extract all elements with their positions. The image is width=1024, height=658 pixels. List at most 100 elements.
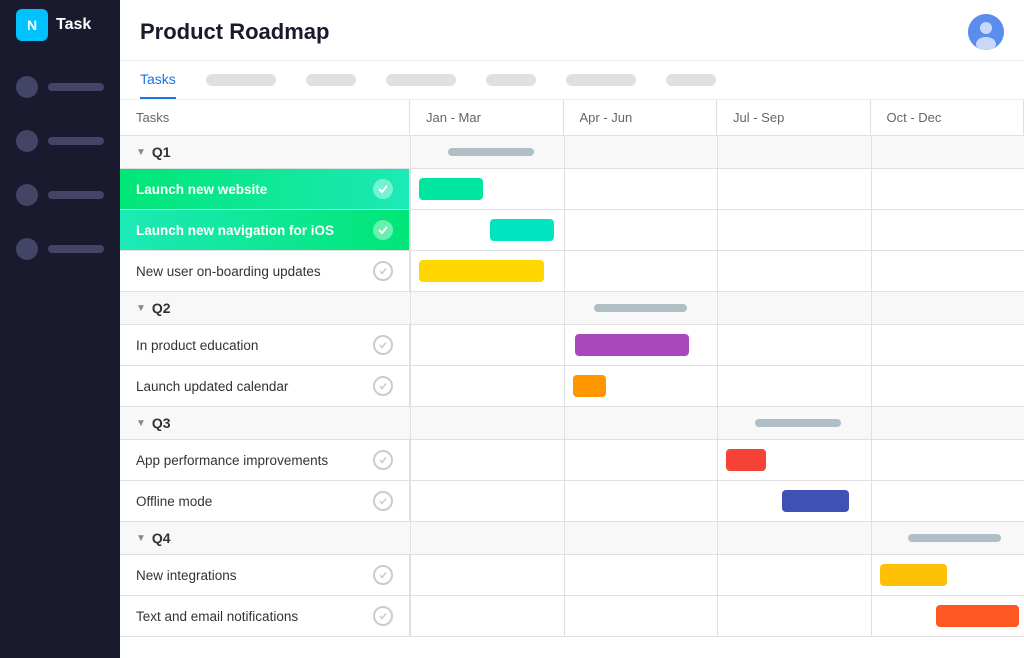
gantt-bar-ios-nav	[490, 219, 554, 241]
logo[interactable]: N Task	[0, 0, 120, 50]
group-bar-empty-q2-1	[410, 292, 564, 324]
header: Product Roadmap	[120, 0, 1024, 61]
collapse-icon-q1: ▼	[136, 147, 146, 158]
gantt-bar-offline	[782, 490, 849, 512]
bar-cell-education-q3	[717, 325, 871, 365]
avatar[interactable]	[968, 14, 1004, 50]
bar-cell-offline-q2	[564, 481, 718, 521]
col-header-q2: Apr - Jun	[564, 100, 718, 135]
tab-pill-1[interactable]	[206, 74, 276, 86]
group-label-q1[interactable]: ▼ Q1	[120, 136, 410, 168]
bar-cell-notifications-q3	[717, 596, 871, 636]
group-row-q3: ▼ Q3	[120, 407, 1024, 440]
task-row-onboarding: New user on-boarding updates	[120, 251, 1024, 292]
gantt-bar-notifications	[936, 605, 1020, 627]
sidebar-dot-4	[16, 238, 38, 260]
sidebar: N Task	[0, 0, 120, 658]
bar-cell-ios-nav-q3	[717, 210, 871, 250]
tab-pill-5[interactable]	[566, 74, 636, 86]
col-header-q1: Jan - Mar	[410, 100, 564, 135]
group-title-q2: Q2	[152, 300, 171, 316]
check-icon-ios-nav	[373, 220, 393, 240]
gantt-bar-performance	[726, 449, 766, 471]
bar-cell-integrations-q1	[410, 555, 564, 595]
group-bar-q3	[755, 419, 841, 427]
group-bar-cell-q2	[564, 292, 718, 324]
group-label-q3[interactable]: ▼ Q3	[120, 407, 410, 439]
check-icon-notifications	[373, 606, 393, 626]
sidebar-line-3	[48, 191, 104, 199]
collapse-icon-q4: ▼	[136, 533, 146, 544]
task-row-integrations: New integrations	[120, 555, 1024, 596]
tab-pill-4[interactable]	[486, 74, 536, 86]
bar-cell-ios-nav-q1	[410, 210, 564, 250]
sidebar-item-2[interactable]	[0, 124, 120, 158]
task-label-performance[interactable]: App performance improvements	[120, 440, 410, 480]
bar-cell-integrations-q3	[717, 555, 871, 595]
check-icon-integrations	[373, 565, 393, 585]
task-label-notifications[interactable]: Text and email notifications	[120, 596, 410, 636]
sidebar-dot-3	[16, 184, 38, 206]
bar-cell-onboarding-q4	[871, 251, 1024, 291]
bar-cell-education-q1	[410, 325, 564, 365]
group-row-q4: ▼ Q4	[120, 522, 1024, 555]
check-icon-offline	[373, 491, 393, 511]
group-bar-cell-q3	[717, 407, 871, 439]
task-name-integrations: New integrations	[136, 568, 237, 583]
sidebar-line-4	[48, 245, 104, 253]
task-row-launch-website: Launch new website	[120, 169, 1024, 210]
task-name-performance: App performance improvements	[136, 453, 328, 468]
task-row-ios-nav: Launch new navigation for iOS	[120, 210, 1024, 251]
task-row-offline: Offline mode	[120, 481, 1024, 522]
bar-cell-performance-q3	[717, 440, 871, 480]
group-bar-empty-q3-4	[871, 407, 1024, 439]
task-name-calendar: Launch updated calendar	[136, 379, 288, 394]
bar-cell-notifications-q1	[410, 596, 564, 636]
task-name-ios-nav: Launch new navigation for iOS	[136, 223, 334, 238]
task-label-ios-nav[interactable]: Launch new navigation for iOS	[120, 210, 410, 250]
task-name-launch-website: Launch new website	[136, 182, 267, 197]
bar-cell-education-q2	[564, 325, 718, 365]
gantt-header: Tasks Jan - Mar Apr - Jun Jul - Sep Oct …	[120, 100, 1024, 136]
group-label-q4[interactable]: ▼ Q4	[120, 522, 410, 554]
task-label-launch-website[interactable]: Launch new website	[120, 169, 410, 209]
bar-cell-performance-q4	[871, 440, 1024, 480]
tabs-bar: Tasks	[120, 61, 1024, 100]
sidebar-nav	[0, 50, 120, 286]
task-row-notifications: Text and email notifications	[120, 596, 1024, 637]
task-label-education[interactable]: In product education	[120, 325, 410, 365]
check-icon-launch-website	[373, 179, 393, 199]
sidebar-line-1	[48, 83, 104, 91]
bar-cell-notifications-q2	[564, 596, 718, 636]
sidebar-item-3[interactable]	[0, 178, 120, 212]
tab-pill-2[interactable]	[306, 74, 356, 86]
check-icon-education	[373, 335, 393, 355]
sidebar-item-4[interactable]	[0, 232, 120, 266]
tab-projects[interactable]: Tasks	[140, 61, 176, 99]
gantt-chart: Tasks Jan - Mar Apr - Jun Jul - Sep Oct …	[120, 100, 1024, 658]
task-label-offline[interactable]: Offline mode	[120, 481, 410, 521]
bar-cell-performance-q2	[564, 440, 718, 480]
gantt-bar-launch-website	[419, 178, 483, 200]
sidebar-item-1[interactable]	[0, 70, 120, 104]
group-bar-empty-q4-2	[564, 522, 718, 554]
app-name: Task	[56, 16, 91, 34]
group-bar-empty-q3-1	[410, 407, 564, 439]
bar-cell-calendar-q3	[717, 366, 871, 406]
check-icon-onboarding	[373, 261, 393, 281]
task-label-onboarding[interactable]: New user on-boarding updates	[120, 251, 410, 291]
group-bar-empty-q2-3	[717, 292, 871, 324]
bar-cell-integrations-q2	[564, 555, 718, 595]
group-bar-empty-q1-3	[717, 136, 871, 168]
task-label-integrations[interactable]: New integrations	[120, 555, 410, 595]
group-bar-cell-q4	[871, 522, 1024, 554]
group-title-q1: Q1	[152, 144, 171, 160]
tab-pill-3[interactable]	[386, 74, 456, 86]
bar-cell-onboarding-q2	[564, 251, 718, 291]
bar-cell-ios-nav-q4	[871, 210, 1024, 250]
tab-pill-6[interactable]	[666, 74, 716, 86]
bar-cell-calendar-q2	[564, 366, 718, 406]
group-label-q2[interactable]: ▼ Q2	[120, 292, 410, 324]
bar-cell-performance-q1	[410, 440, 564, 480]
task-label-calendar[interactable]: Launch updated calendar	[120, 366, 410, 406]
